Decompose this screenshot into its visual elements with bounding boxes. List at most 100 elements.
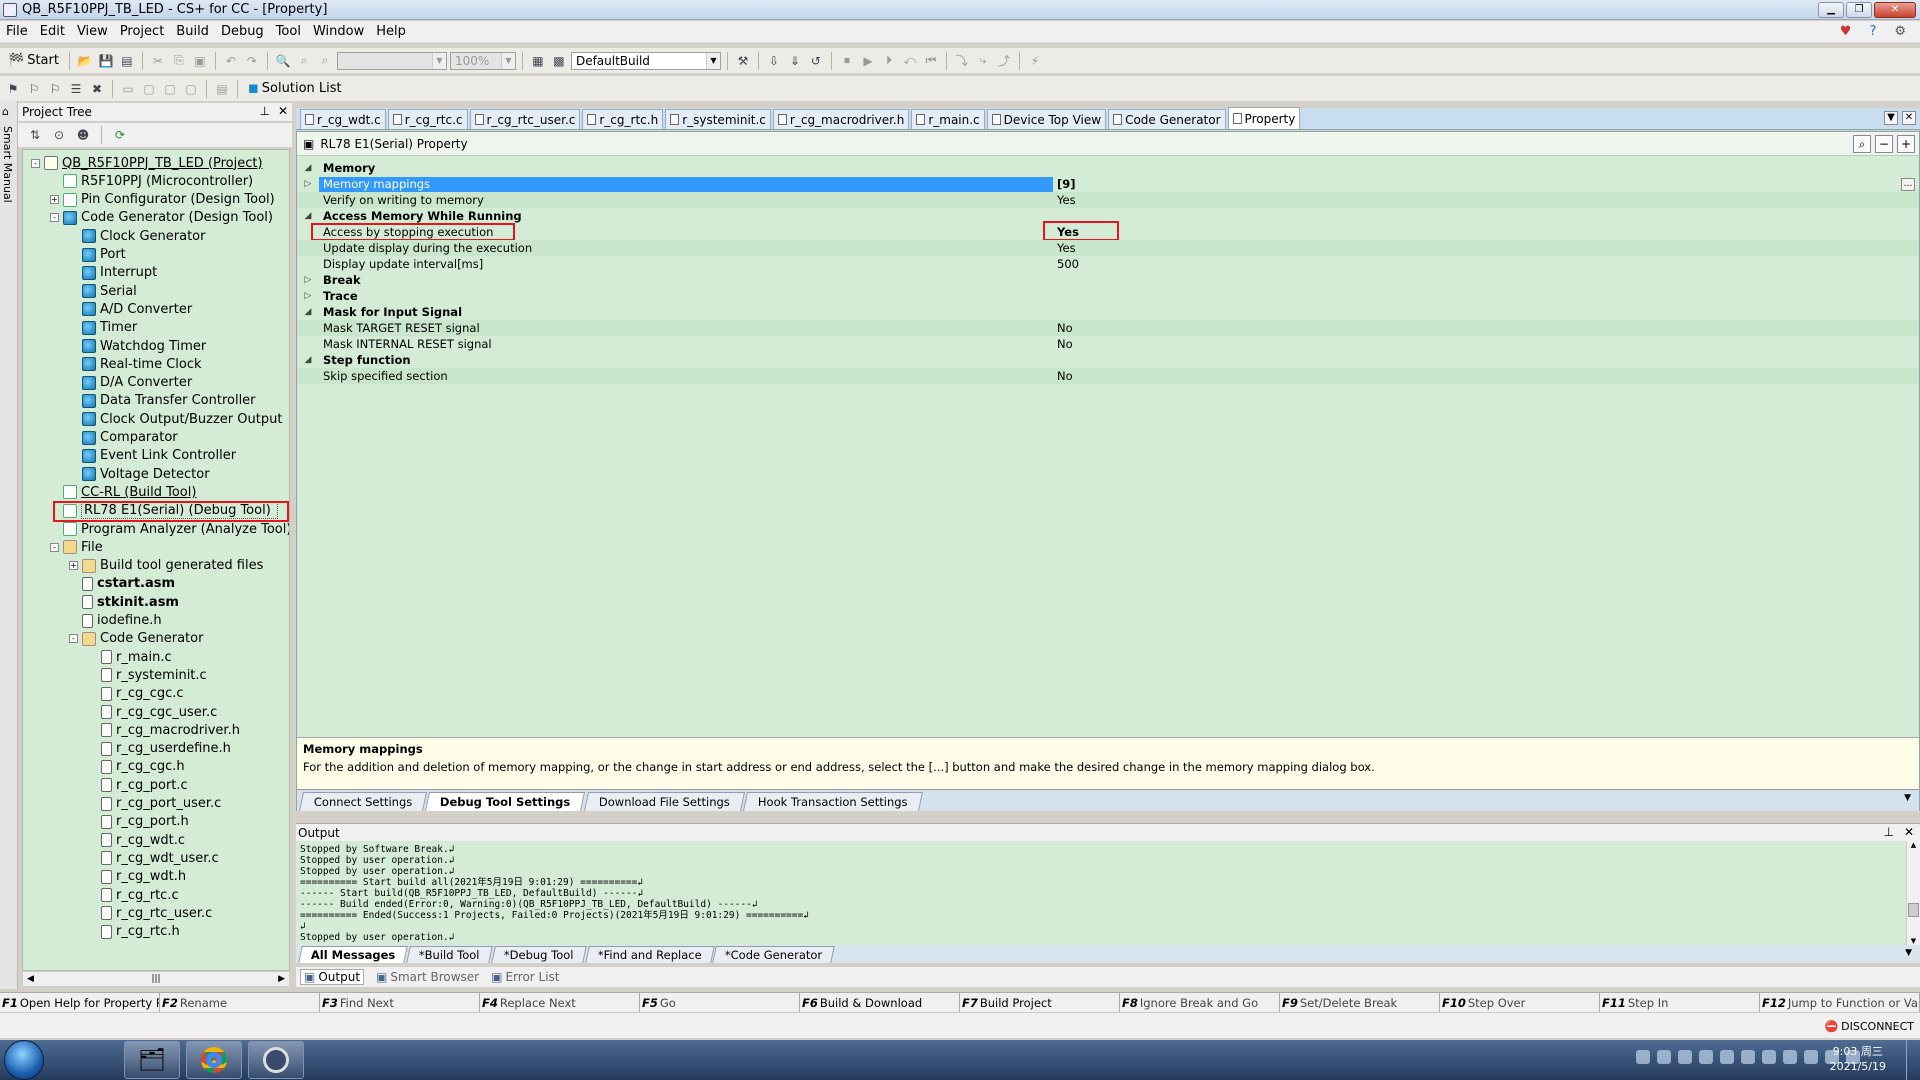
expand-arrow-icon[interactable]: ◢ — [297, 307, 319, 317]
tab-code-generator[interactable]: *Code Generator — [712, 946, 836, 963]
panel-tab-smart-browser[interactable]: ▣ Smart Browser — [376, 970, 479, 984]
undo-icon[interactable]: ↶ — [222, 52, 240, 70]
tray-icon-8[interactable] — [1783, 1050, 1797, 1064]
tree-item-clock-output-buzzer-output[interactable]: Clock Output/Buzzer Output — [69, 410, 282, 428]
tab-r-systeminit-c[interactable]: r_systeminit.c — [665, 109, 771, 129]
tray-icon-9[interactable] — [1804, 1050, 1818, 1064]
hammer-icon[interactable]: ⚒ — [734, 52, 752, 70]
tree-item-iodefine-h[interactable]: iodefine.h — [69, 612, 162, 630]
fkey-f3[interactable]: F3 Find Next — [320, 993, 480, 1013]
property-row-verify-on-writing-to-memory[interactable]: Verify on writing to memory Yes — [297, 192, 1919, 208]
menu-build[interactable]: Build — [170, 24, 215, 39]
tree-item-qb-r5f10ppj-tb-led-project[interactable]: - QB_R5F10PPJ_TB_LED (Project) — [31, 154, 263, 172]
clock[interactable]: 9:03 周三 2021/5/19 — [1830, 1044, 1886, 1074]
tree-item-voltage-detector[interactable]: Voltage Detector — [69, 465, 210, 483]
restart-icon[interactable]: ⏮ — [922, 52, 940, 70]
expand-toggle-icon[interactable]: + — [50, 195, 59, 205]
smart-manual-strip[interactable]: ⌂ Smart Manual — [0, 101, 18, 989]
start-button[interactable]: 🏁 Start — [4, 53, 63, 68]
fkey-f6[interactable]: F6 Build & Download — [800, 993, 960, 1013]
fkey-f1[interactable]: F1 Open Help for Property P... — [0, 993, 160, 1013]
collapse-all-icon[interactable]: − — [1875, 135, 1893, 153]
fkey-f8[interactable]: F8 Ignore Break and Go — [1120, 993, 1280, 1013]
tree-item-port[interactable]: Port — [69, 246, 126, 264]
scroll-down-icon[interactable]: ▼ — [1907, 937, 1920, 945]
bookmark-icon[interactable]: ⚑ — [4, 80, 22, 98]
tab-r-cg-rtc-c[interactable]: r_cg_rtc.c — [387, 109, 468, 129]
output-tabs-dropdown-icon[interactable]: ▼ — [1905, 948, 1912, 958]
fkey-f5[interactable]: F5 Go — [640, 993, 800, 1013]
tree-item-r5f10ppj-microcontroller[interactable]: R5F10PPJ (Microcontroller) — [50, 172, 253, 190]
find-prev-icon[interactable]: ⌕ — [316, 52, 334, 70]
property-search-icon[interactable]: ⌕ — [1853, 135, 1871, 153]
tab-r-cg-rtc-h[interactable]: r_cg_rtc.h — [582, 109, 664, 129]
property-value[interactable]: No — [1057, 321, 1073, 335]
tree-item-file[interactable]: - File — [50, 538, 103, 556]
property-row-mask-for-input-signal[interactable]: ◢ Mask for Input Signal — [297, 304, 1919, 320]
output-scroll-thumb[interactable] — [1908, 903, 1919, 917]
redo-icon[interactable]: ↷ — [243, 52, 261, 70]
property-row-skip-specified-section[interactable]: Skip specified section No — [297, 368, 1919, 384]
tab-download-file-settings[interactable]: Download File Settings — [583, 792, 745, 811]
tab-device-top-view[interactable]: Device Top View — [986, 109, 1107, 129]
expand-toggle-icon[interactable]: - — [50, 542, 59, 552]
tree-item-r-cg-wdt-h[interactable]: r_cg_wdt.h — [88, 868, 186, 886]
tree-item-timer[interactable]: Timer — [69, 319, 137, 337]
panel-tab-output[interactable]: ▣ Output — [300, 969, 365, 985]
tree-item-interrupt[interactable]: Interrupt — [69, 264, 157, 282]
tab-property[interactable]: Property — [1227, 107, 1301, 129]
close-pane-icon[interactable]: ✕ — [278, 104, 288, 118]
tree-item-d-a-converter[interactable]: D/A Converter — [69, 374, 192, 392]
property-row-trace[interactable]: ▷ Trace — [297, 288, 1919, 304]
fkey-f7[interactable]: F7 Build Project — [960, 993, 1120, 1013]
property-row-memory[interactable]: ◢ Memory — [297, 160, 1919, 176]
property-value[interactable]: 500 — [1057, 257, 1079, 271]
save-icon[interactable]: 💾 — [97, 52, 115, 70]
scroll-up-icon[interactable]: ▲ — [1907, 841, 1920, 849]
property-value[interactable]: Yes — [1057, 193, 1076, 207]
tab-all-messages[interactable]: All Messages — [298, 946, 409, 963]
property-row-mask-internal-reset-signal[interactable]: Mask INTERNAL RESET signal No — [297, 336, 1919, 352]
menu-edit[interactable]: Edit — [34, 24, 71, 39]
tree-item-a-d-converter[interactable]: A/D Converter — [69, 300, 192, 318]
tree-item-stkinit-asm[interactable]: stkinit.asm — [69, 593, 179, 611]
property-value[interactable]: Yes — [1057, 241, 1076, 255]
tray-icon-6[interactable] — [1741, 1050, 1755, 1064]
tab-r-cg-wdt-c[interactable]: r_cg_wdt.c — [300, 109, 386, 129]
tree-item-r-cg-macrodriver-h[interactable]: r_cg_macrodriver.h — [88, 721, 240, 739]
fkey-f11[interactable]: F11 Step In — [1600, 993, 1760, 1013]
tray-icon-5[interactable] — [1720, 1050, 1734, 1064]
output-close-icon[interactable]: ✕ — [1904, 825, 1914, 839]
step-in-icon[interactable]: ⤵ — [953, 52, 971, 70]
panel-tab-error-list[interactable]: ▣ Error List — [491, 970, 559, 984]
download-icon[interactable]: ⇩ — [765, 52, 783, 70]
tray-icon-7[interactable] — [1762, 1050, 1776, 1064]
tree-item-r-main-c[interactable]: r_main.c — [88, 648, 172, 666]
sort-icon[interactable]: ⇅ — [26, 126, 44, 144]
copy-icon[interactable]: ⎘ — [170, 52, 188, 70]
property-value[interactable]: No — [1057, 369, 1073, 383]
taskbar-chrome[interactable] — [186, 1041, 242, 1079]
tree-item-r-cg-port-user-c[interactable]: r_cg_port_user.c — [88, 795, 221, 813]
show-desktop-button[interactable] — [1906, 1040, 1920, 1080]
tray-icon-2[interactable] — [1657, 1050, 1671, 1064]
menu-window[interactable]: Window — [307, 24, 370, 39]
tray-icon-3[interactable] — [1678, 1050, 1692, 1064]
step-out-icon[interactable]: ⤴ — [995, 52, 1013, 70]
step-over-icon[interactable]: ⤷ — [974, 52, 992, 70]
tray-icon-4[interactable] — [1699, 1050, 1713, 1064]
tree-item-clock-generator[interactable]: Clock Generator — [69, 227, 205, 245]
taskbar-csplus[interactable] — [248, 1041, 304, 1079]
expand-toggle-icon[interactable]: - — [69, 634, 78, 644]
tree-item-program-analyzer-analyze-tool[interactable]: Program Analyzer (Analyze Tool) — [50, 520, 289, 538]
tree-item-comparator[interactable]: Comparator — [69, 429, 178, 447]
expand-arrow-icon[interactable]: ▷ — [297, 275, 319, 285]
tree-item-event-link-controller[interactable]: Event Link Controller — [69, 447, 236, 465]
tree-item-r-cg-rtc-h[interactable]: r_cg_rtc.h — [88, 923, 180, 941]
scroll-right-icon[interactable]: ▶ — [278, 974, 285, 984]
tab-r-cg-rtc-user-c[interactable]: r_cg_rtc_user.c — [469, 109, 581, 129]
menu-debug[interactable]: Debug — [215, 24, 270, 39]
run-icon[interactable]: ⏵ — [880, 52, 898, 70]
find-icon[interactable]: 🔍 — [274, 52, 292, 70]
tab-list-icon[interactable]: ▼ — [1884, 111, 1898, 125]
